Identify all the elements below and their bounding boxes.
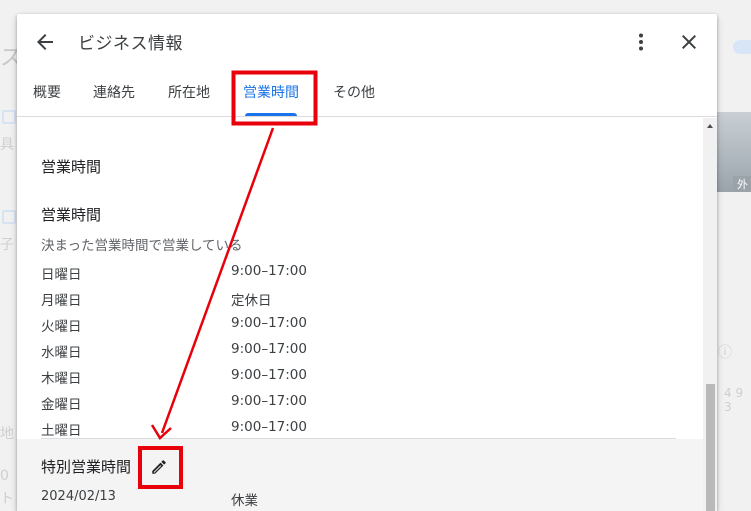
back-button[interactable] bbox=[33, 30, 57, 54]
scroll-up-arrow-icon[interactable] bbox=[707, 124, 713, 128]
hours-title: 営業時間 bbox=[41, 206, 102, 224]
close-icon bbox=[682, 35, 696, 49]
background-fragment: ト bbox=[0, 491, 14, 507]
background-digits: 4 9 3 bbox=[724, 386, 744, 414]
background-fragment: 子 bbox=[0, 237, 14, 253]
schedule-day: 月曜日 bbox=[41, 293, 82, 309]
dialog-content: 営業時間 営業時間 決まった営業時間で営業している 日曜日 9:00–17:00… bbox=[17, 118, 717, 511]
schedule-day: 火曜日 bbox=[41, 319, 82, 335]
background-icon bbox=[2, 210, 16, 224]
section-title: 営業時間 bbox=[41, 158, 102, 176]
schedule-hours: 9:00–17:00 bbox=[231, 419, 307, 435]
schedule-hours: 定休日 bbox=[231, 293, 272, 309]
schedule-hours: 9:00–17:00 bbox=[231, 341, 307, 357]
tab-other[interactable]: その他 bbox=[333, 80, 375, 117]
background-icon bbox=[2, 110, 16, 124]
scrollbar[interactable] bbox=[703, 118, 717, 511]
tab-contact[interactable]: 連絡先 bbox=[93, 80, 135, 117]
dialog-header: ビジネス情報 概要 連絡先 所在地 営業時間 その他 bbox=[17, 14, 717, 117]
background-badge: 外 bbox=[733, 176, 751, 192]
close-button[interactable] bbox=[677, 30, 701, 54]
background-fragment: 0 bbox=[0, 468, 9, 484]
schedule-day: 日曜日 bbox=[41, 267, 82, 283]
schedule-hours: 9:00–17:00 bbox=[231, 393, 307, 409]
active-tab-indicator bbox=[245, 113, 297, 116]
schedule-day: 木曜日 bbox=[41, 371, 82, 387]
schedule-hours: 9:00–17:00 bbox=[231, 263, 307, 279]
special-hours-section[interactable]: 特別営業時間 2024/02/13 休業 bbox=[17, 439, 703, 511]
background-info-icon: ⓘ bbox=[718, 345, 732, 361]
background-pill bbox=[733, 40, 751, 54]
dialog-title: ビジネス情報 bbox=[78, 34, 183, 54]
background-fragment: 具 bbox=[0, 137, 14, 153]
arrow-left-icon bbox=[37, 34, 53, 50]
schedule-hours: 9:00–17:00 bbox=[231, 315, 307, 331]
special-hours-status: 休業 bbox=[231, 493, 258, 509]
schedule-day: 土曜日 bbox=[41, 423, 82, 439]
schedule-day: 水曜日 bbox=[41, 345, 82, 361]
tab-hours[interactable]: 営業時間 bbox=[243, 80, 299, 117]
special-hours-date: 2024/02/13 bbox=[41, 489, 116, 504]
more-vert-icon bbox=[639, 33, 643, 51]
pencil-icon bbox=[152, 460, 166, 474]
business-info-dialog: ビジネス情報 概要 連絡先 所在地 営業時間 その他 営業時間 営業時間 決まっ… bbox=[17, 14, 717, 511]
tab-location[interactable]: 所在地 bbox=[168, 80, 210, 117]
schedule-hours: 9:00–17:00 bbox=[231, 367, 307, 383]
schedule-day: 金曜日 bbox=[41, 397, 82, 413]
tab-bar: 概要 連絡先 所在地 営業時間 その他 bbox=[17, 80, 717, 117]
scrollbar-thumb[interactable] bbox=[706, 384, 715, 511]
tab-overview[interactable]: 概要 bbox=[33, 80, 61, 117]
background-fragment: 地 bbox=[0, 426, 14, 442]
special-hours-title: 特別営業時間 bbox=[41, 458, 132, 476]
more-options-button[interactable] bbox=[629, 30, 653, 54]
hours-mode: 決まった営業時間で営業している bbox=[41, 238, 243, 254]
edit-special-hours-button[interactable] bbox=[150, 458, 168, 476]
